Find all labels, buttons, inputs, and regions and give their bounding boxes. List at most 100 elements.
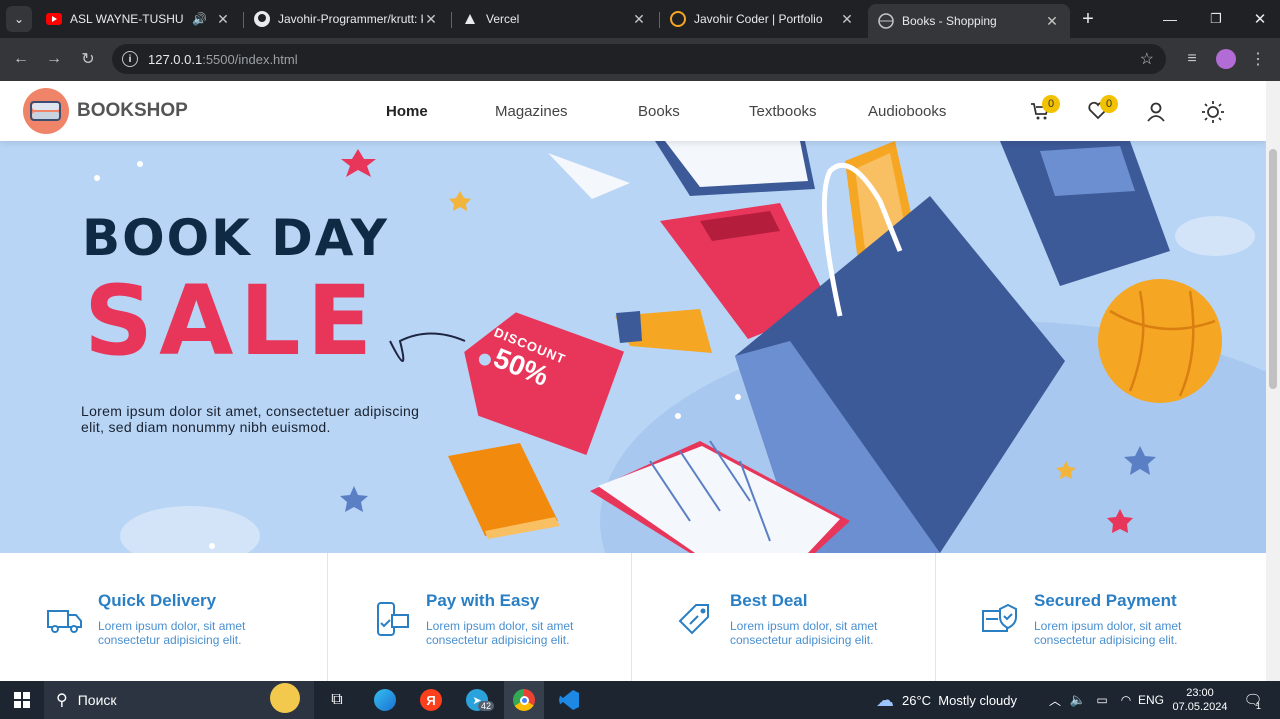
tab-title: Javohir Coder | Portfolio <box>694 12 823 26</box>
theme-toggle-button[interactable] <box>1202 101 1224 123</box>
profile-avatar-icon[interactable] <box>1215 48 1237 70</box>
tab-title: Vercel <box>486 12 520 26</box>
logo-text: BOOKSHOP <box>77 100 188 121</box>
menu-kebab-icon[interactable]: ⋮ <box>1247 48 1269 70</box>
nav-home[interactable]: Home <box>386 103 428 120</box>
url-path: :5500/index.html <box>202 51 298 67</box>
feature-secured-payment: Secured Payment Lorem ipsum dolor, sit a… <box>936 553 1266 681</box>
chrome-icon[interactable] <box>504 681 544 719</box>
media-control-icon[interactable]: ≡ <box>1181 48 1203 70</box>
feature-title: Secured Payment <box>1034 591 1177 610</box>
close-tab-icon[interactable]: ✕ <box>631 11 647 28</box>
hero-description: Lorem ipsum dolor sit amet, consectetuer… <box>81 403 420 435</box>
nav-books[interactable]: Books <box>638 103 680 120</box>
vercel-icon <box>462 11 478 27</box>
close-tab-icon[interactable]: ✕ <box>423 11 439 28</box>
tab-youtube[interactable]: ASL WAYNE-TUSHUNMI 🔊 ✕ <box>36 0 241 38</box>
wishlist-count-badge: 0 <box>1100 95 1118 113</box>
tab-books-shopping[interactable]: Books - Shopping ✕ <box>868 4 1070 38</box>
feature-quick-delivery: Quick Delivery Lorem ipsum dolor, sit am… <box>0 553 328 681</box>
yandex-icon[interactable]: Я <box>412 681 450 719</box>
tab-title: Books - Shopping <box>902 14 997 28</box>
site-logo[interactable]: BOOKSHOP <box>22 87 188 135</box>
cloudy-weather-icon: ☁ <box>876 689 894 710</box>
hero-banner: BOOK DAY SALE DISCOUNT 50% Lorem ipsum d… <box>0 141 1266 553</box>
url-host: 127.0.0.1 <box>148 51 203 67</box>
reload-icon[interactable]: ↻ <box>77 48 99 70</box>
edge-icon[interactable] <box>366 681 404 719</box>
vscode-icon[interactable] <box>550 681 588 719</box>
search-icon: ⚲ <box>56 692 68 709</box>
tab-search-button[interactable]: ⌄ <box>6 6 32 32</box>
page-scrollbar[interactable] <box>1266 81 1280 681</box>
language-indicator[interactable]: ENG <box>1138 681 1164 719</box>
tag-icon <box>678 604 709 635</box>
site-navbar: BOOKSHOP Home Magazines Books Textbooks … <box>0 81 1266 141</box>
wifi-icon[interactable]: ◠ <box>1116 681 1136 719</box>
tab-portfolio[interactable]: Javohir Coder | Portfolio ✕ <box>660 0 865 38</box>
globe-icon <box>878 13 894 29</box>
phone-card-icon <box>377 602 409 636</box>
chevron-up-icon[interactable]: ︿ <box>1046 681 1064 719</box>
browser-toolbar: ← → ↻ i 127.0.0.1:5500/index.html ☆ ≡ ⋮ <box>0 38 1280 81</box>
youtube-icon <box>46 11 62 27</box>
speaker-icon[interactable]: 🔊 <box>192 12 207 26</box>
tab-vercel[interactable]: Vercel ✕ <box>452 0 657 38</box>
notification-icon[interactable]: 🗨 1 <box>1238 681 1268 719</box>
cart-button[interactable]: 0 <box>1030 95 1060 125</box>
tab-github[interactable]: Javohir-Programmer/krutt: k ✕ <box>244 0 449 38</box>
volume-icon[interactable]: 🔈 <box>1068 681 1088 719</box>
feature-desc: Lorem ipsum dolor, sit amet consectetur … <box>426 619 574 647</box>
sun-icon <box>1202 101 1224 123</box>
close-tab-icon[interactable]: ✕ <box>839 11 855 28</box>
github-icon <box>254 11 270 27</box>
scrollbar-thumb[interactable] <box>1269 149 1277 389</box>
weather-widget[interactable]: ☁ 26°C Mostly cloudy <box>876 681 1036 719</box>
tab-title: Javohir-Programmer/krutt: k <box>278 12 423 26</box>
hero-title-sale: SALE <box>84 265 379 377</box>
feature-title: Pay with Easy <box>426 591 540 610</box>
cart-count-badge: 0 <box>1042 95 1060 113</box>
user-icon <box>1147 102 1165 122</box>
bookmark-star-icon[interactable]: ☆ <box>1140 49 1154 69</box>
restore-button[interactable]: ❐ <box>1196 0 1236 38</box>
account-button[interactable] <box>1146 101 1166 123</box>
new-tab-button[interactable]: + <box>1074 0 1102 38</box>
tab-title: ASL WAYNE-TUSHUNMI <box>70 12 184 26</box>
books-logo-icon <box>23 88 69 134</box>
feature-desc: Lorem ipsum dolor, sit amet consectetur … <box>730 619 878 647</box>
duck-icon <box>270 683 300 713</box>
minimize-button[interactable]: — <box>1150 0 1190 38</box>
clock[interactable]: 23:00 07.05.2024 <box>1170 681 1230 719</box>
hero-title-line1: BOOK DAY <box>82 209 389 267</box>
clock-date: 07.05.2024 <box>1172 701 1228 713</box>
wishlist-button[interactable]: 0 <box>1088 95 1118 125</box>
back-icon[interactable]: ← <box>10 48 32 70</box>
feature-title: Quick Delivery <box>98 591 217 610</box>
close-tab-icon[interactable]: ✕ <box>1044 13 1060 30</box>
battery-icon[interactable]: ▭ <box>1092 681 1112 719</box>
search-placeholder: Поиск <box>77 692 117 708</box>
close-window-button[interactable]: ✕ <box>1240 0 1280 38</box>
task-view-icon[interactable]: ⧉ <box>322 681 352 719</box>
portfolio-icon <box>670 11 686 27</box>
browser-tab-strip: ⌄ ASL WAYNE-TUSHUNMI 🔊 ✕ Javohir-Program… <box>0 0 1280 38</box>
nav-audiobooks[interactable]: Audiobooks <box>868 103 946 120</box>
feature-pay-easy: Pay with Easy Lorem ipsum dolor, sit ame… <box>328 553 632 681</box>
clock-time: 23:00 <box>1186 687 1214 699</box>
forward-icon[interactable]: → <box>43 48 65 70</box>
telegram-badge: 42 <box>478 701 495 711</box>
address-bar[interactable]: i 127.0.0.1:5500/index.html ☆ <box>112 44 1166 74</box>
close-tab-icon[interactable]: ✕ <box>215 11 231 28</box>
feature-desc: Lorem ipsum dolor, sit amet consectetur … <box>1034 619 1182 647</box>
nav-textbooks[interactable]: Textbooks <box>749 103 817 120</box>
features-section: Quick Delivery Lorem ipsum dolor, sit am… <box>0 553 1266 681</box>
taskbar-search[interactable]: ⚲ Поиск <box>44 681 314 719</box>
telegram-icon[interactable]: ➤ 42 <box>458 681 496 719</box>
site-info-icon[interactable]: i <box>122 51 138 67</box>
windows-start-icon[interactable] <box>0 681 44 719</box>
nav-magazines[interactable]: Magazines <box>495 103 568 120</box>
truck-icon <box>47 610 82 633</box>
web-page: BOOKSHOP Home Magazines Books Textbooks … <box>0 81 1266 681</box>
feature-title: Best Deal <box>730 591 808 610</box>
